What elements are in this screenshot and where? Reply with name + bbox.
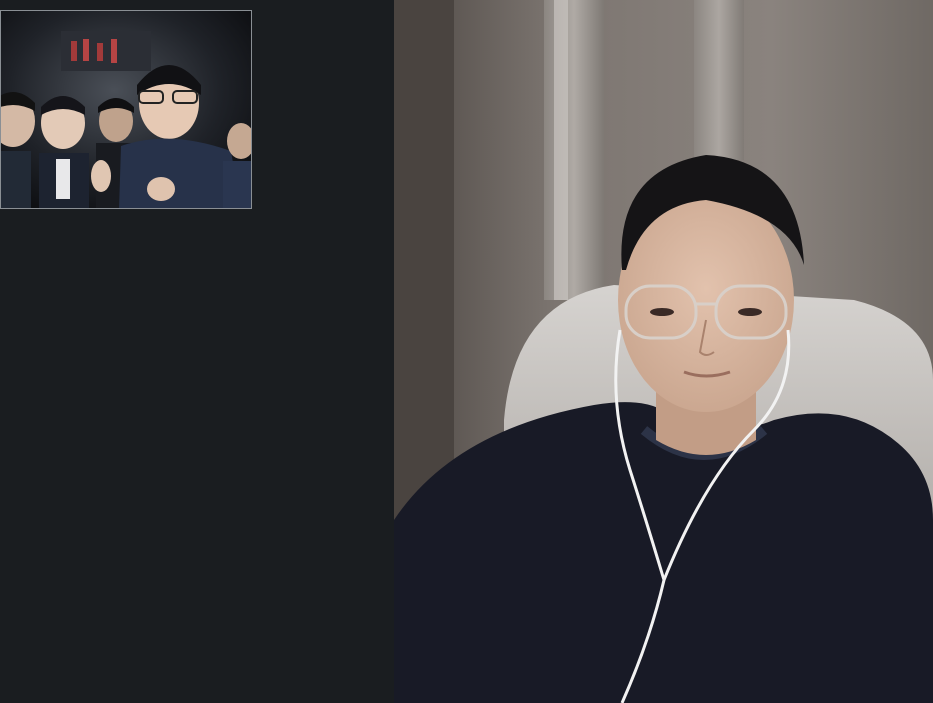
self-view-video-tile[interactable] (0, 10, 252, 209)
remote-participant-video[interactable] (394, 0, 933, 703)
remote-participant-video-icon (394, 0, 933, 703)
video-call-window (0, 0, 933, 703)
self-view-video-icon (1, 11, 251, 208)
left-pane (0, 0, 394, 703)
